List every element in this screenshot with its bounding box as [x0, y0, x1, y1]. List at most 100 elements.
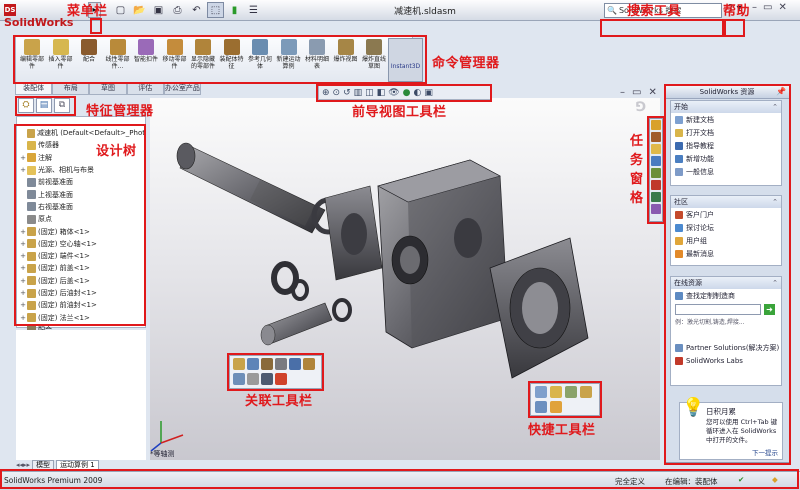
custom-properties-tab-icon[interactable]: [651, 192, 661, 202]
viewport-close-icon[interactable]: ✕: [648, 87, 656, 98]
task-link[interactable]: 客户门户: [671, 208, 781, 221]
help-status-icon[interactable]: ◆: [772, 475, 778, 484]
tree-item[interactable]: + 光源、相机与布景: [19, 164, 145, 176]
appearances-tab-icon[interactable]: [651, 180, 661, 190]
pin-icon[interactable]: 📌: [776, 87, 786, 96]
task-section-header[interactable]: 开始 ⌃: [671, 101, 781, 113]
tree-expand-icon[interactable]: +: [19, 289, 27, 297]
cmd-button-5[interactable]: 移动零部件: [162, 39, 188, 81]
cmd-button-1[interactable]: 插入零部件: [48, 39, 74, 81]
instant3d-button[interactable]: Instant3D: [388, 38, 423, 82]
tree-item[interactable]: 上视基准面: [19, 188, 145, 200]
tree-expand-icon[interactable]: +: [19, 240, 27, 248]
tree-item[interactable]: + (固定) 端件<1>: [19, 250, 145, 262]
tree-item[interactable]: + (固定) 法兰<1>: [19, 311, 145, 323]
tree-item[interactable]: + (固定) 空心轴<1>: [19, 238, 145, 250]
cmd-button-2[interactable]: 配合: [76, 39, 102, 81]
tree-expand-icon[interactable]: +: [19, 252, 27, 260]
online-link[interactable]: Partner Solutions(解决方案): [671, 341, 781, 354]
zoom-to-fit-icon[interactable]: ⊕: [322, 88, 330, 98]
cmd-tab-4[interactable]: 办公室产品: [163, 83, 202, 95]
config-manager-icon[interactable]: ⧉: [54, 98, 70, 113]
view-settings-icon[interactable]: ▣: [424, 88, 433, 98]
cmd-button-10[interactable]: 材料明细表: [304, 39, 330, 81]
print-icon[interactable]: ⎙: [169, 2, 186, 18]
shortcut-plane-icon[interactable]: [535, 401, 547, 413]
rebuild-icon[interactable]: ▮: [226, 2, 243, 18]
tree-expand-icon[interactable]: +: [19, 154, 27, 162]
cmd-button-8[interactable]: 参考几何体: [247, 39, 273, 81]
previous-view-icon[interactable]: ↺: [343, 88, 351, 98]
hide-component-icon[interactable]: [275, 358, 287, 370]
task-link[interactable]: 用户组: [671, 234, 781, 247]
shortcut-mate-icon[interactable]: [580, 386, 592, 398]
properties-icon[interactable]: [303, 358, 315, 370]
task-link[interactable]: 指导教程: [671, 139, 781, 152]
viewport-minimize-icon[interactable]: –: [620, 87, 625, 98]
hide-show-items-icon[interactable]: 👁: [388, 88, 399, 98]
cmd-button-7[interactable]: 装配体特征: [219, 39, 245, 81]
edit-part-icon[interactable]: [233, 358, 245, 370]
save-icon[interactable]: ▣: [150, 2, 167, 18]
display-style-icon[interactable]: ◧: [377, 88, 386, 98]
tree-expand-icon[interactable]: +: [19, 228, 27, 236]
cmd-tab-0[interactable]: 装配体: [15, 83, 53, 95]
cmd-tab-2[interactable]: 草图: [89, 83, 127, 95]
resources-tab-icon[interactable]: [651, 120, 661, 130]
collapse-icon[interactable]: ⌃: [772, 196, 778, 208]
new-document-icon[interactable]: ▢: [112, 2, 129, 18]
tree-item[interactable]: + (固定) 前盖<1>: [19, 262, 145, 274]
manufacturer-search-input[interactable]: [675, 304, 761, 315]
collapse-icon[interactable]: ⌃: [772, 277, 778, 289]
options-icon[interactable]: ☰: [245, 2, 262, 18]
collapse-icon[interactable]: ⌃: [772, 101, 778, 113]
document-recovery-tab-icon[interactable]: [651, 204, 661, 214]
view-orientation-icon[interactable]: ◫: [365, 88, 374, 98]
mate-ctx-icon[interactable]: [261, 358, 273, 370]
shortcut-view-icon[interactable]: [535, 386, 547, 398]
tree-expand-icon[interactable]: +: [19, 166, 27, 174]
cmd-button-12[interactable]: 爆炸直线草图: [361, 39, 387, 81]
task-section-header[interactable]: 社区 ⌃: [671, 196, 781, 208]
viewport-restore-icon[interactable]: ▭: [632, 87, 641, 98]
task-section-header[interactable]: 在线资源 ⌃: [671, 277, 781, 289]
property-manager-icon[interactable]: ▤: [36, 98, 52, 113]
tree-item[interactable]: + (固定) 后油封<1>: [19, 287, 145, 299]
tree-item[interactable]: + (固定) 箱体<1>: [19, 225, 145, 237]
cmd-button-11[interactable]: 爆炸视图: [333, 39, 359, 81]
file-explorer-tab-icon[interactable]: [651, 144, 661, 154]
tab-model[interactable]: 模型: [32, 459, 55, 470]
tree-item[interactable]: 右视基准面: [19, 201, 145, 213]
cmd-button-3[interactable]: 线性零部件...: [105, 39, 131, 81]
feature-manager-icon[interactable]: ⛭: [18, 98, 34, 113]
cmd-button-9[interactable]: 新建运动算例: [276, 39, 302, 81]
task-link[interactable]: 新增功能: [671, 152, 781, 165]
section-view-icon[interactable]: ▥: [354, 88, 363, 98]
component-config-icon[interactable]: [233, 373, 245, 385]
go-arrow-icon[interactable]: ➜: [764, 304, 775, 315]
cmd-button-0[interactable]: 编辑零部件: [19, 39, 45, 81]
task-link[interactable]: 新建文档: [671, 113, 781, 126]
tree-expand-icon[interactable]: +: [19, 301, 27, 309]
cmd-tab-3[interactable]: 评估: [126, 83, 164, 95]
close-icon[interactable]: ✕: [778, 2, 786, 13]
task-link[interactable]: 一般信息: [671, 165, 781, 178]
select-icon[interactable]: ⬚: [207, 2, 224, 18]
zoom-area-icon[interactable]: ⊙: [333, 88, 341, 98]
task-link[interactable]: 探讨论坛: [671, 221, 781, 234]
design-library-tab-icon[interactable]: [651, 132, 661, 142]
next-tip-link[interactable]: 下一提示: [752, 447, 778, 457]
task-link[interactable]: 最新消息: [671, 247, 781, 260]
minimize-icon[interactable]: –: [752, 2, 757, 13]
isolate-icon[interactable]: [289, 358, 301, 370]
restore-icon[interactable]: ▭: [763, 2, 772, 13]
tree-item[interactable]: + (固定) 后盖<1>: [19, 275, 145, 287]
open-part-icon[interactable]: [247, 358, 259, 370]
tree-expand-icon[interactable]: +: [19, 277, 27, 285]
undo-icon[interactable]: ↶: [188, 2, 205, 18]
tree-expand-icon[interactable]: +: [19, 314, 27, 322]
tree-item[interactable]: 前视基准面: [19, 176, 145, 188]
cmd-button-4[interactable]: 智能扣件: [133, 39, 159, 81]
apply-scene-icon[interactable]: ◐: [413, 88, 421, 98]
tree-item[interactable]: 减速机 (Default<Default>_Phot: [19, 127, 145, 139]
